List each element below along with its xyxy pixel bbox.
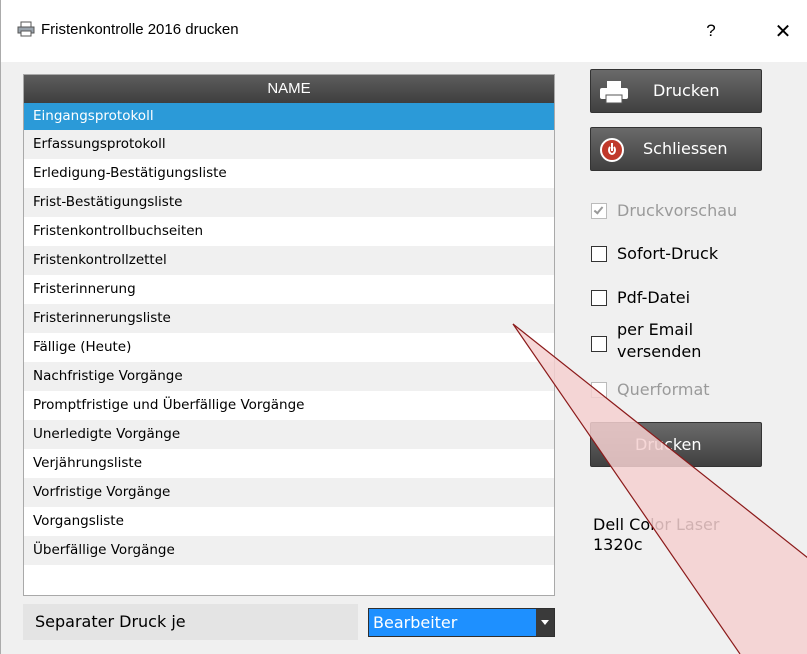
list-item[interactable]: Erfassungsprotokoll [24,130,554,159]
list-item[interactable]: Frist-Bestätigungsliste [24,188,554,217]
print-button-label: Drucken [653,81,720,100]
instant-label[interactable]: Sofort-Druck [617,244,718,264]
separate-print-value: Bearbeiter [373,613,458,632]
list-item[interactable]: Eingangsprotokoll [24,103,554,130]
landscape-checkbox [591,382,607,398]
report-list[interactable]: NAME Eingangsprotokoll Erfassungsprotokol… [23,74,555,596]
printer-name-line1: Dell Color Laser [593,515,720,534]
dropdown-arrow-icon[interactable] [536,609,554,636]
list-item[interactable]: Vorfristige Vorgänge [24,478,554,507]
printer-icon [17,21,35,37]
separate-print-label: Separater Druck je [23,604,358,640]
checkmark-icon [593,204,604,215]
preview-checkbox [591,203,607,219]
printer-name-line2: 1320c [593,535,643,554]
list-item[interactable]: Vorgangsliste [24,507,554,536]
list-item[interactable]: Promptfristige und Überfällige Vorgänge [24,391,554,420]
email-label-line1[interactable]: per Email [617,320,693,340]
printer-icon [600,81,628,104]
list-item[interactable]: Fristenkontrollbuchseiten [24,217,554,246]
list-rows: Eingangsprotokoll Erfassungsprotokoll Erle… [24,103,554,565]
list-item[interactable]: Fristerinnerung [24,275,554,304]
close-button[interactable]: Schliessen [590,127,762,171]
list-item[interactable]: Überfällige Vorgänge [24,536,554,565]
separate-print-select[interactable]: Bearbeiter [368,608,555,637]
pdf-label[interactable]: Pdf-Datei [617,288,690,308]
instant-checkbox[interactable] [591,246,607,262]
email-label-line2[interactable]: versenden [617,342,701,362]
close-button-label: Schliessen [643,139,728,158]
list-item[interactable]: Unerledigte Vorgänge [24,420,554,449]
printer-name: Dell Color Laser 1320c [593,515,793,555]
print-dialog: Fristenkontrolle 2016 drucken ? ✕ NAME E… [0,0,807,654]
title-bar: Fristenkontrolle 2016 drucken ? ✕ [1,0,807,62]
preview-label: Druckvorschau [617,201,738,220]
window-title: Fristenkontrolle 2016 drucken [41,21,239,38]
help-button[interactable]: ? [689,14,733,48]
close-window-button[interactable]: ✕ [761,14,805,48]
list-item[interactable]: Verjährungsliste [24,449,554,478]
list-item[interactable]: Fristenkontrollzettel [24,246,554,275]
list-item[interactable]: Fällige (Heute) [24,333,554,362]
list-item[interactable]: Fristerinnerungsliste [24,304,554,333]
power-icon [600,138,624,162]
print-button-secondary-label: Drucken [635,435,702,454]
email-checkbox[interactable] [591,336,607,352]
print-button-secondary[interactable]: Drucken [590,422,762,467]
list-item[interactable]: Erledigung-Bestätigungsliste [24,159,554,188]
list-item[interactable]: Nachfristige Vorgänge [24,362,554,391]
list-header-name[interactable]: NAME [24,75,554,103]
print-button[interactable]: Drucken [590,69,762,113]
pdf-checkbox[interactable] [591,290,607,306]
landscape-label: Querformat [617,380,710,399]
